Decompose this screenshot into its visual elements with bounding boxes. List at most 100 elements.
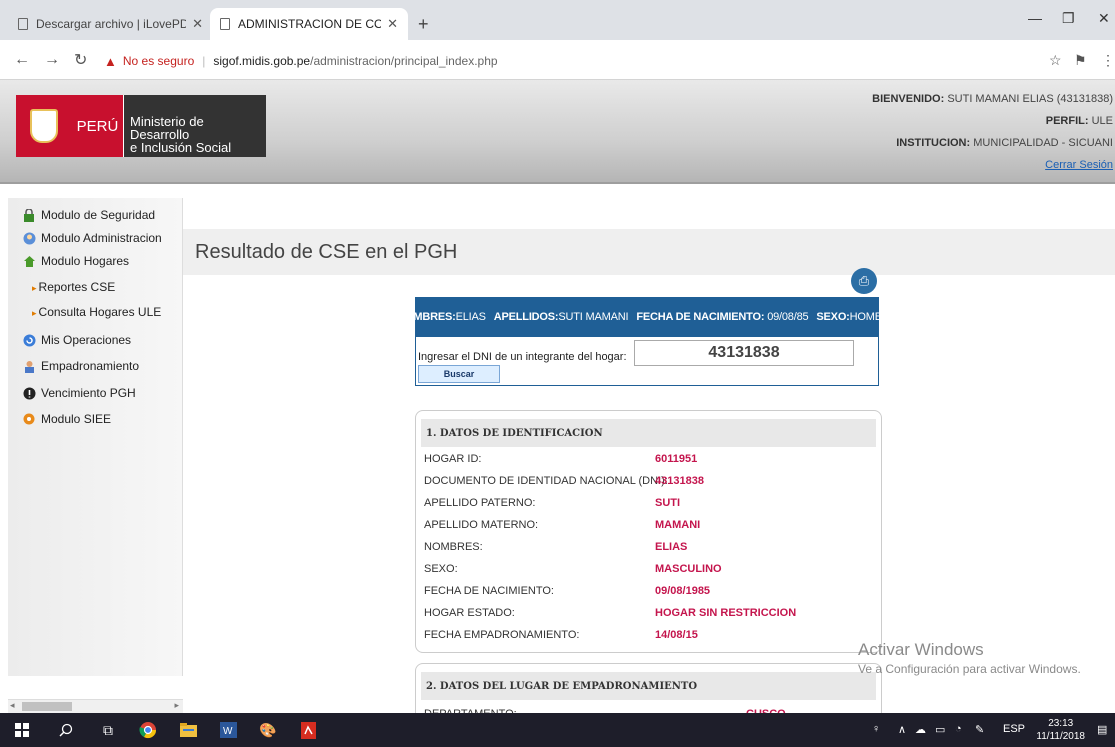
windows-taskbar: ⧉ W 🎨 ♀ ∧ ☁ ▭ ◔ ✎ ESP 23:13 11/11/2018 ▤ [0, 713, 1115, 747]
extension-icon[interactable]: ⚑ [1074, 52, 1087, 69]
watermark-subtitle: Ve a Configuración para activar Windows. [858, 662, 1081, 676]
data-row: APELLIDO PATERNO: SUTI [424, 497, 681, 509]
file-explorer-icon[interactable] [178, 721, 198, 739]
institucion-line: INSTITUCION: MUNICIPALIDAD - SICUANI [896, 137, 1113, 149]
data-row: FECHA DE NACIMIENTO: 09/08/1985 [424, 585, 711, 597]
coat-of-arms-icon [16, 95, 72, 157]
arrow-icon: ▸ [32, 308, 37, 318]
person-summary-bar: NOMBRES: ELIAS APELLIDOS: SUTI MAMANI FECH… [397, 297, 897, 337]
clock-time: 23:13 [1048, 718, 1074, 729]
url-host: sigof.midis.gob.pe [213, 54, 311, 68]
browser-tabstrip: Descargar archivo | iLovePDF ✕ ADMINISTR… [0, 0, 1115, 40]
ministry-line2: e Inclusión Social [130, 140, 232, 155]
svg-text:W: W [223, 726, 233, 737]
scroll-right-icon[interactable]: ▸ [174, 700, 179, 711]
pen-icon[interactable]: ✎ [975, 723, 984, 736]
horizontal-scrollbar[interactable]: ◂ ▸ [8, 699, 183, 713]
dni-label: Ingresar el DNI de un integrante del hog… [418, 351, 627, 363]
tab-administracion[interactable]: ADMINISTRACION DE CORREOS ✕ [210, 8, 408, 40]
welcome-line: BIENVENIDO: SUTI MAMANI ELIAS (43131838) [872, 93, 1113, 105]
address-bar[interactable]: ▲ No es seguro | sigof.midis.gob.pe/admi… [104, 50, 498, 72]
buscar-button[interactable]: Buscar [418, 365, 500, 383]
document-icon [18, 18, 28, 30]
tab-ilovepdf[interactable]: Descargar archivo | iLovePDF ✕ [8, 8, 213, 40]
tab-title: ADMINISTRACION DE CORREOS [238, 17, 382, 31]
user-info: BIENVENIDO: SUTI MAMANI ELIAS (43131838)… [872, 88, 1113, 176]
back-icon[interactable]: ← [14, 51, 30, 69]
search-icon[interactable] [56, 721, 76, 739]
gear-icon [22, 412, 36, 426]
refresh-icon [22, 333, 36, 347]
tab-title: Descargar archivo | iLovePDF [36, 17, 187, 31]
arrow-icon: ▸ [32, 283, 37, 293]
print-icon[interactable]: ⎙ [851, 268, 877, 294]
sidebar: Modulo de Seguridad Modulo Administracio… [8, 198, 183, 676]
reload-icon[interactable]: ↻ [74, 50, 87, 70]
clock[interactable]: 23:13 11/11/2018 [1036, 717, 1085, 743]
admin-icon [22, 231, 36, 245]
sidebar-item-empadronamiento[interactable]: Empadronamiento [22, 359, 139, 373]
pdf-icon[interactable] [298, 721, 318, 739]
chrome-icon[interactable] [138, 721, 158, 739]
show-hidden-icons[interactable]: ∧ [898, 723, 906, 736]
word-icon[interactable]: W [218, 721, 238, 739]
perfil-line: PERFIL: ULE [1045, 115, 1113, 127]
scroll-thumb[interactable] [22, 702, 72, 711]
separator: | [202, 54, 206, 68]
data-row: HOGAR ESTADO: HOGAR SIN RESTRICCION [424, 607, 797, 619]
language-indicator[interactable]: ESP [1003, 723, 1025, 735]
dni-input[interactable]: 43131838 [634, 340, 854, 366]
data-row: HOGAR ID: 6011951 [424, 453, 698, 465]
wifi-icon[interactable]: ◔ [955, 723, 962, 735]
person-icon [22, 359, 36, 373]
sidebar-item-consulta-hogares[interactable]: ▸ Consulta Hogares ULE [32, 305, 161, 319]
watermark-title: Activar Windows [858, 640, 984, 659]
sidebar-item-administracion[interactable]: Modulo Administracion [22, 231, 162, 245]
star-icon[interactable]: ☆ [1049, 52, 1062, 69]
close-tab-icon[interactable]: ✕ [192, 16, 203, 32]
data-row: DOCUMENTO DE IDENTIDAD NACIONAL (DNI): 43… [424, 475, 704, 487]
new-tab-button[interactable]: + [418, 14, 429, 35]
paint-icon[interactable]: 🎨 [258, 721, 278, 739]
url-path: /administracion/principal_index.php [310, 54, 498, 68]
battery-icon[interactable]: ▭ [935, 723, 945, 736]
sidebar-item-siee[interactable]: Modulo SIEE [22, 412, 111, 426]
section-title: 2. DATOS DEL LUGAR DE EMPADRONAMIENTO [421, 672, 876, 700]
logout-link[interactable]: Cerrar Sesión [1045, 159, 1113, 171]
close-window-button[interactable]: ✕ [1098, 10, 1110, 27]
sidebar-item-seguridad[interactable]: Modulo de Seguridad [22, 208, 155, 222]
ministry-line1: Ministerio de Desarrollo [130, 114, 204, 142]
minimize-button[interactable]: — [1028, 10, 1042, 26]
ministry-logo[interactable]: PERÚ Ministerio de Desarrollo e Inclusió… [16, 95, 266, 157]
network-icon[interactable]: ☁ [915, 723, 926, 736]
security-label[interactable]: No es seguro [123, 54, 194, 68]
data-row: NOMBRES: ELIAS [424, 541, 688, 553]
notifications-icon[interactable]: ▤ [1097, 723, 1107, 736]
page-title-bar: Resultado de CSE en el PGH [183, 229, 1115, 275]
dni-search-panel: Ingresar el DNI de un integrante del hog… [415, 337, 879, 386]
forward-icon[interactable]: → [44, 51, 60, 69]
sidebar-item-reportes-cse[interactable]: ▸ Reportes CSE [32, 280, 115, 294]
scroll-left-icon[interactable]: ◂ [10, 700, 15, 711]
sidebar-item-vencimiento[interactable]: Vencimiento PGH [22, 386, 136, 400]
sidebar-item-mis-operaciones[interactable]: Mis Operaciones [22, 333, 131, 347]
page-title: Resultado de CSE en el PGH [195, 241, 458, 263]
people-icon[interactable]: ♀ [872, 723, 880, 735]
peru-label: PERÚ [72, 95, 124, 157]
alert-icon [22, 386, 36, 400]
house-icon [22, 254, 36, 268]
windows-start-icon[interactable] [12, 721, 32, 739]
document-icon [220, 18, 230, 30]
activation-watermark: Activar Windows Ve a Configuración para … [858, 640, 1081, 676]
menu-icon[interactable]: ⋮ [1101, 52, 1115, 69]
close-tab-icon[interactable]: ✕ [387, 16, 398, 32]
data-row: SEXO: MASCULINO [424, 563, 722, 575]
sidebar-item-hogares[interactable]: Modulo Hogares [22, 254, 129, 268]
warning-icon: ▲ [104, 53, 117, 69]
ministry-name: Ministerio de Desarrollo e Inclusión Soc… [124, 95, 266, 157]
section-title: 1. DATOS DE IDENTIFICACION [421, 419, 876, 447]
task-view-icon[interactable]: ⧉ [98, 721, 118, 739]
section-identificacion: 1. DATOS DE IDENTIFICACION HOGAR ID: 6011… [415, 410, 882, 653]
data-row: APELLIDO MATERNO: MAMANI [424, 519, 701, 531]
restore-button[interactable]: ❐ [1062, 10, 1075, 27]
